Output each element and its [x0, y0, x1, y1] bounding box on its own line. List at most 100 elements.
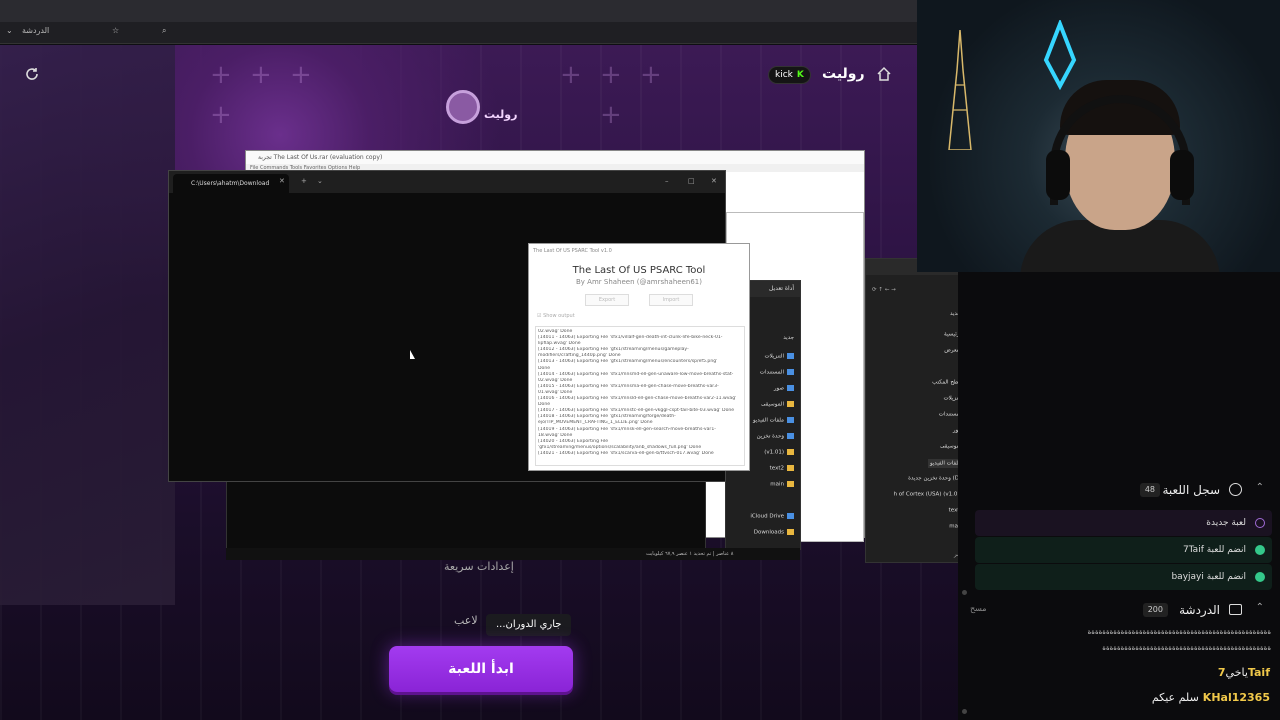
explorer-item-label: main	[770, 481, 784, 488]
decor-plus: +	[210, 60, 232, 90]
explorer-new-button[interactable]: جديد	[783, 335, 794, 341]
log-line: [14014 - 14063] Exporting File 'sfx1/mns…	[538, 371, 734, 377]
folder-icon	[787, 481, 794, 487]
explorer-mini-item[interactable]: text2	[770, 465, 794, 472]
video-icon	[787, 417, 794, 423]
decor-plus: +	[210, 100, 232, 130]
explorer-mini-item[interactable]: وحدة تخزين	[757, 433, 794, 440]
cloud-icon	[787, 513, 794, 519]
explorer-item-label: صور	[773, 385, 784, 392]
explorer-item-label: التنزيلات	[764, 353, 784, 360]
eiffel-tower-lamp	[948, 30, 972, 150]
explorer-mini-item[interactable]: iCloud Drive	[750, 513, 794, 520]
explorer-mini-item[interactable]: المستندات	[760, 369, 794, 376]
scroll-indicator[interactable]	[962, 709, 967, 714]
chevron-up-icon[interactable]: ⌃	[1256, 602, 1264, 613]
neon-logo-sign	[1043, 20, 1077, 90]
browser-tab-label[interactable]: الدردشة	[22, 26, 49, 35]
headset-earcup	[1170, 150, 1194, 200]
game-background-art	[0, 45, 175, 605]
folder-icon	[787, 449, 794, 455]
roulette-logo-text: روليت	[484, 108, 518, 121]
psarc-byline: By Amr Shaheen (@amrshaheen61)	[576, 278, 702, 286]
minimize-icon[interactable]: –	[665, 177, 669, 185]
kick-logo-icon: K	[796, 70, 804, 80]
start-game-button[interactable]: ابدأ اللعبة	[389, 646, 573, 692]
chat-title: الدردشة	[1179, 603, 1220, 617]
explorer-item-label: وحدة تخزين جديدة (D:)	[908, 475, 963, 482]
chat-count: 200	[1142, 603, 1168, 617]
archive-window-title: تجربة The Last Of Us.rar (evaluation cop…	[246, 151, 864, 164]
quick-settings-label[interactable]: إعدادات سريعة	[444, 560, 514, 573]
user-join-icon	[1255, 572, 1265, 582]
terminal-tabbar: C:\Users\ahatm\Download ✕ + ⌄ – □ ✕	[169, 171, 725, 193]
chevron-down-icon[interactable]: ⌄	[6, 26, 13, 35]
explorer-nav-arrows[interactable]: ⟳ ↑ ← →	[872, 287, 896, 293]
chat-message: ياخي7Taif	[1214, 666, 1270, 679]
document-icon	[787, 369, 794, 375]
page-title: روليت	[822, 66, 865, 82]
info-icon	[1229, 483, 1242, 496]
start-game-label: ابدأ اللعبة	[448, 661, 514, 677]
screen: ⌄ الدردشة ☆ ⌕ + + + + + + + + kick K رولي…	[0, 0, 1280, 720]
log-line: [14013 - 14063] Exporting File 'gfx1/str…	[538, 359, 718, 365]
chat-clear-button[interactable]: مسح	[970, 604, 987, 613]
explorer-mini-item[interactable]: Downloads	[754, 529, 794, 536]
search-icon[interactable]: ⌕	[162, 26, 166, 36]
folder-icon	[787, 465, 794, 471]
players-label: لاعب	[454, 614, 478, 627]
new-game-icon	[1255, 518, 1265, 528]
explorer-item-label: h of Cortex (USA) (v1.01)	[893, 491, 963, 498]
close-icon[interactable]: ✕	[711, 177, 717, 185]
import-button[interactable]: Import	[649, 294, 693, 306]
folder-icon	[787, 529, 794, 535]
chat-icon	[1229, 604, 1242, 615]
chat-message-text: ياخي	[1225, 666, 1248, 679]
browser-titlebar	[0, 0, 917, 22]
terminal-tab[interactable]: C:\Users\ahatm\Download	[173, 174, 289, 193]
explorer-item-label: المستندات	[759, 369, 784, 376]
add-tab-icon[interactable]: +	[301, 177, 307, 185]
game-log-entry-text: 7Taif انضم للعبة	[1182, 545, 1246, 555]
explorer-mini-item[interactable]: صور	[774, 385, 794, 392]
chat-header[interactable]: مسح 200 الدردشة ⌃	[970, 600, 1270, 620]
decor-plus: +	[600, 60, 622, 90]
chat-username[interactable]: KHal12365	[1203, 691, 1270, 704]
scroll-indicator[interactable]	[962, 590, 967, 595]
psarc-title: The Last Of US PSARC Tool	[572, 265, 706, 276]
export-button[interactable]: Export	[585, 294, 629, 306]
explorer-mini-item[interactable]: (v1.01)	[764, 449, 794, 456]
game-log-header[interactable]: 48 سجل اللعبة ⌃	[970, 480, 1270, 500]
terminal-tab-title: C:\Users\ahatm\Download	[191, 180, 270, 187]
close-icon[interactable]: ✕	[279, 177, 285, 185]
kick-label: kick	[775, 70, 793, 80]
explorer-item-label: ملفات الفيديو	[752, 417, 784, 424]
psarc-buttons: Export Import	[529, 294, 749, 306]
log-line: [14016 - 14063] Exporting File 'sfx1/mns…	[538, 396, 737, 402]
chevron-down-icon[interactable]: ⌄	[317, 177, 323, 185]
psarc-log: 02.wvag' Done [14011 - 14063] Exporting …	[535, 326, 745, 466]
browser-toolbar: ⌄ الدردشة ☆ ⌕	[0, 22, 917, 44]
chevron-up-icon[interactable]: ⌃	[1256, 482, 1264, 493]
explorer-mini-item[interactable]: ملفات الفيديو	[753, 417, 794, 424]
explorer-item-label: (v1.01)	[764, 449, 784, 456]
game-log-entry-text: bayjayi انضم للعبة	[1171, 572, 1246, 582]
maximize-icon[interactable]: □	[688, 177, 695, 185]
kick-badge[interactable]: kick K	[768, 66, 811, 84]
star-icon[interactable]: ☆	[112, 26, 119, 35]
pictures-icon	[787, 385, 794, 391]
home-icon[interactable]	[876, 66, 892, 82]
explorer-mini-item[interactable]: main	[770, 481, 794, 488]
explorer-item-label: ملفات الفيديو	[929, 460, 961, 467]
music-icon	[787, 401, 794, 407]
explorer-item-label: Downloads	[753, 529, 784, 536]
explorer-item-label: iCloud Drive	[750, 513, 784, 520]
explorer-mini-item[interactable]: الموسيقى	[761, 401, 794, 408]
psarc-tool-window[interactable]: The Last Of US PSARC Tool v1.0 The Last …	[528, 243, 750, 471]
refresh-icon[interactable]	[24, 66, 40, 82]
explorer-mini-item[interactable]: التنزيلات	[764, 353, 794, 360]
show-output-checkbox[interactable]: ☑ Show output	[537, 313, 749, 319]
spinning-status: ...جاري الدوران	[486, 614, 572, 636]
game-log-entry: bayjayi انضم للعبة	[975, 564, 1272, 590]
explorer-item-label: الموسيقى	[761, 401, 784, 408]
